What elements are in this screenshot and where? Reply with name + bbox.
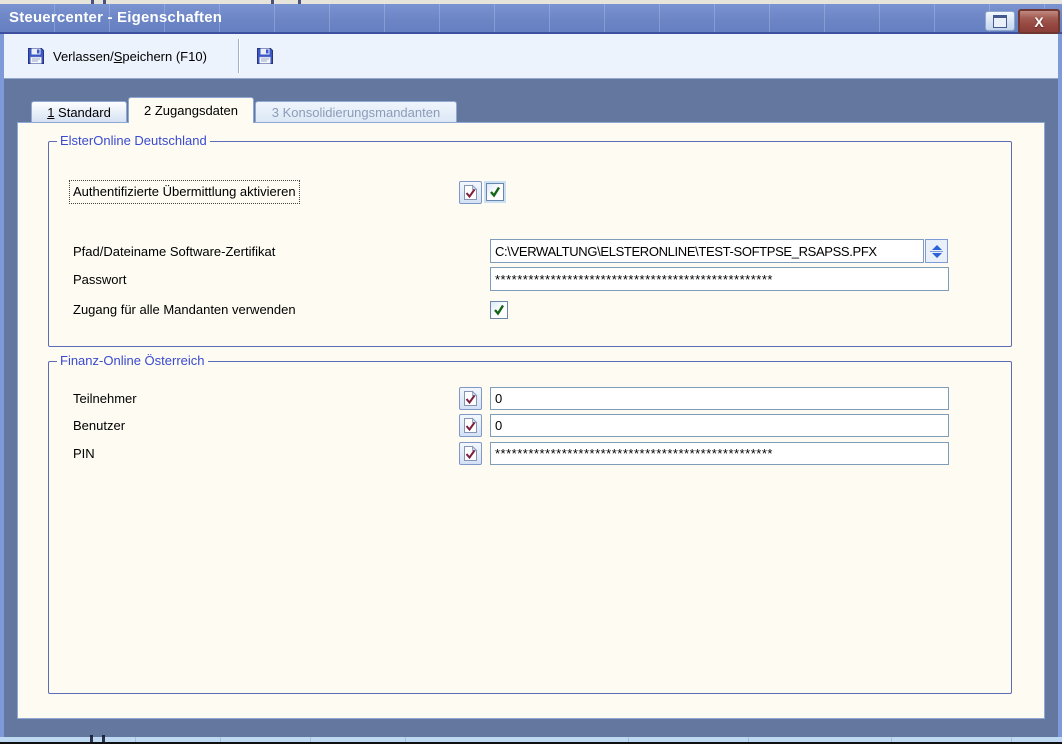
- auth-transmission-label: Authentifizierte Übermittlung aktivieren: [69, 180, 300, 204]
- user-verify-button[interactable]: [459, 414, 482, 437]
- tab-page-zugangsdaten: ElsterOnline Deutschland Authentifiziert…: [17, 122, 1045, 719]
- tab-konsolidierungsmandanten[interactable]: 3 Konsolidierungsmandanten: [255, 101, 457, 122]
- auth-verify-button[interactable]: [459, 181, 482, 204]
- user-input[interactable]: 0: [490, 414, 949, 437]
- checkmark-icon: [493, 304, 505, 316]
- pin-verify-button[interactable]: [459, 442, 482, 465]
- auth-checkbox-halo: [484, 181, 506, 203]
- background-app-strip-bottom: [0, 737, 1062, 744]
- save-floppy-icon: [255, 46, 275, 66]
- tab-standard-label: 1 Standard: [47, 105, 111, 120]
- participant-label: Teilnehmer: [73, 388, 137, 410]
- tab-konsolidierungsmandanten-label: 3 Konsolidierungsmandanten: [272, 105, 440, 120]
- restore-button[interactable]: [985, 11, 1015, 31]
- toolbar-separator: [238, 39, 239, 73]
- check-page-icon: [463, 184, 478, 201]
- all-clients-label: Zugang für alle Mandanten verwenden: [73, 299, 296, 321]
- check-page-icon: [463, 417, 478, 434]
- window-title: Steuercenter - Eigenschaften: [9, 9, 222, 26]
- cert-path-label: Pfad/Dateiname Software-Zertifikat: [73, 241, 275, 263]
- save-exit-button[interactable]: Verlassen/Speichern (F10): [18, 40, 215, 72]
- save-floppy-icon: [26, 46, 46, 66]
- checkmark-icon: [489, 186, 501, 198]
- tab-zugangsdaten-label: 2 Zugangsdaten: [144, 103, 238, 118]
- steuercenter-window: Steuercenter - Eigenschaften X Verlassen…: [0, 0, 1062, 744]
- close-button[interactable]: X: [1018, 9, 1060, 34]
- save-exit-label: Verlassen/Speichern (F10): [53, 49, 207, 64]
- password-label: Passwort: [73, 269, 126, 291]
- check-page-icon: [463, 390, 478, 407]
- restore-icon: [993, 15, 1007, 28]
- background-grid-line: [90, 735, 93, 744]
- title-bar[interactable]: Steuercenter - Eigenschaften X: [0, 4, 1062, 34]
- cert-path-spinner-button[interactable]: [925, 239, 948, 263]
- save-button[interactable]: [247, 40, 283, 72]
- pin-input[interactable]: ****************************************…: [490, 442, 949, 465]
- down-arrow-icon: [932, 253, 942, 258]
- password-input[interactable]: ****************************************…: [490, 267, 949, 291]
- all-clients-checkbox[interactable]: [490, 301, 508, 319]
- background-grid-line: [102, 735, 105, 744]
- check-page-icon: [463, 445, 478, 462]
- tab-zugangsdaten[interactable]: 2 Zugangsdaten: [128, 97, 254, 123]
- cert-path-input[interactable]: C:\VERWALTUNG\ELSTERONLINE\TEST-SOFTPSE_…: [490, 239, 924, 263]
- toolbar: Verlassen/Speichern (F10): [4, 34, 1058, 79]
- participant-input[interactable]: 0: [490, 387, 949, 410]
- group-title: Finanz-Online Österreich: [57, 353, 208, 369]
- participant-verify-button[interactable]: [459, 387, 482, 410]
- user-label: Benutzer: [73, 415, 125, 437]
- group-finanz-online-oesterreich: Finanz-Online Österreich: [48, 361, 1012, 694]
- group-title: ElsterOnline Deutschland: [57, 133, 210, 149]
- window-border-right: [1058, 34, 1062, 737]
- tab-standard[interactable]: 1 Standard: [31, 101, 127, 122]
- close-icon: X: [1034, 14, 1043, 30]
- auth-checkbox[interactable]: [486, 183, 504, 201]
- pin-label: PIN: [73, 443, 95, 465]
- up-arrow-icon: [932, 245, 942, 250]
